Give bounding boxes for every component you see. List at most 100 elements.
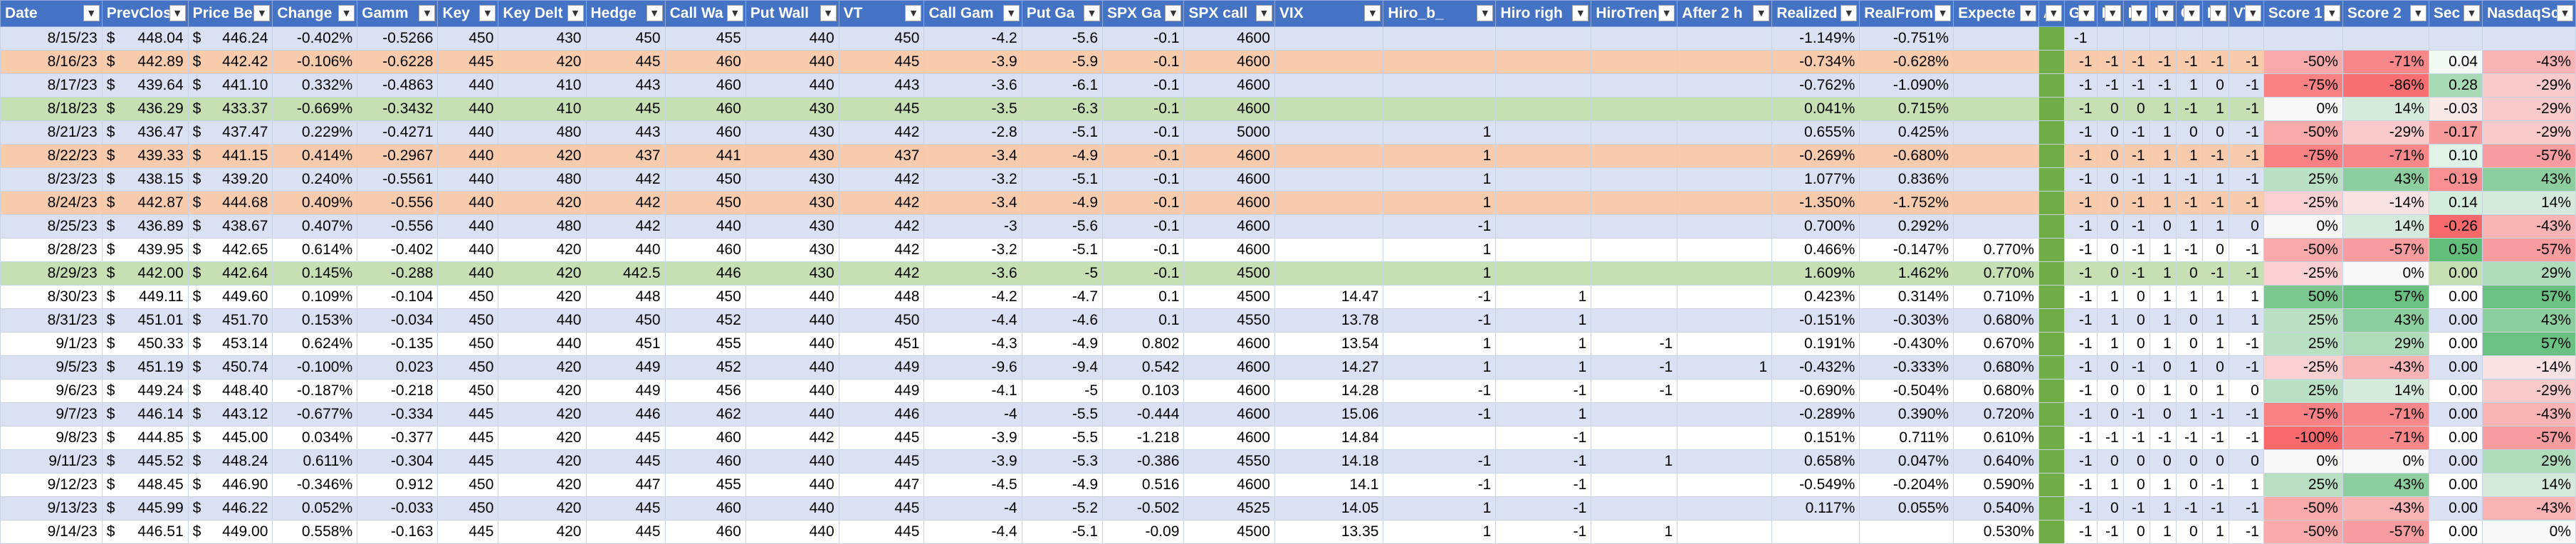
table-cell[interactable]: 1 [2149, 238, 2177, 262]
table-cell[interactable]: 450 [838, 308, 925, 333]
table-cell[interactable]: -1 [2228, 191, 2264, 215]
table-cell[interactable]: 445 [838, 449, 925, 474]
table-cell[interactable]: 1 [1383, 332, 1497, 356]
table-cell[interactable]: -4.9 [1021, 473, 1104, 497]
table-cell[interactable]: 445 [838, 97, 925, 121]
table-cell[interactable] [2038, 238, 2065, 262]
table-cell[interactable] [1274, 167, 1384, 192]
table-cell[interactable]: 43% [2342, 308, 2429, 333]
table-cell[interactable] [1859, 520, 1954, 544]
table-cell[interactable]: 1 [2149, 120, 2177, 145]
table-cell[interactable]: 1 [2149, 332, 2177, 356]
table-cell[interactable]: 25% [2263, 332, 2343, 356]
table-cell[interactable]: $439.33 [101, 144, 189, 168]
column-header[interactable]: Key Delt ▼ [498, 0, 587, 27]
table-cell[interactable]: -0.1 [1102, 238, 1185, 262]
table-cell[interactable]: -3 [923, 214, 1022, 239]
table-cell[interactable]: 29% [2481, 261, 2576, 286]
table-cell[interactable]: 442 [838, 238, 925, 262]
table-cell[interactable]: 9/6/23 [0, 379, 103, 403]
table-cell[interactable]: 8/30/23 [0, 285, 103, 309]
table-cell[interactable]: 4500 [1183, 285, 1275, 309]
table-cell[interactable] [2038, 473, 2065, 497]
table-cell[interactable] [1274, 261, 1384, 286]
table-cell[interactable]: 50% [2263, 285, 2343, 309]
table-cell[interactable] [1591, 308, 1678, 333]
table-cell[interactable]: 0.680% [1953, 308, 2039, 333]
table-cell[interactable]: 440 [745, 355, 839, 380]
filter-dropdown-icon[interactable]: ▼ [2244, 5, 2261, 21]
table-cell[interactable]: 0 [2096, 191, 2124, 215]
table-cell[interactable]: 4600 [1183, 426, 1275, 450]
table-cell[interactable]: 9/8/23 [0, 426, 103, 450]
table-cell[interactable]: -1 [1495, 473, 1592, 497]
table-cell[interactable]: $442.00 [101, 261, 189, 286]
table-cell[interactable]: 460 [664, 73, 746, 98]
column-header[interactable]: VT2▼ [2228, 0, 2264, 27]
table-cell[interactable] [1591, 167, 1678, 192]
table-cell[interactable]: $450.33 [101, 332, 189, 356]
column-header[interactable]: NasdaqSc ▼ [2481, 0, 2576, 27]
table-cell[interactable]: -1.149% [1771, 26, 1860, 51]
table-cell[interactable]: 1 [2228, 285, 2264, 309]
table-cell[interactable]: 0% [2342, 449, 2429, 474]
table-cell[interactable]: 410 [498, 73, 587, 98]
table-cell[interactable]: -3.6 [923, 73, 1022, 98]
table-cell[interactable]: 450 [664, 167, 746, 192]
table-cell[interactable]: 420 [498, 238, 587, 262]
column-header[interactable]: Expecte ▼ [1953, 0, 2039, 27]
table-cell[interactable]: -1 [2201, 496, 2229, 521]
table-cell[interactable] [1495, 50, 1592, 74]
table-cell[interactable]: 442 [585, 191, 666, 215]
table-cell[interactable]: -0.104 [357, 285, 439, 309]
table-cell[interactable]: 8/21/23 [0, 120, 103, 145]
table-cell[interactable]: -71% [2342, 402, 2429, 427]
column-header[interactable]: Score 1 ▼ [2263, 0, 2343, 27]
table-cell[interactable]: -5.6 [1021, 214, 1104, 239]
filter-dropdown-icon[interactable]: ▼ [479, 5, 496, 21]
table-cell[interactable] [1677, 120, 1773, 145]
table-cell[interactable]: 445 [585, 50, 666, 74]
table-cell[interactable]: 8/18/23 [0, 97, 103, 121]
table-cell[interactable]: -0.1 [1102, 167, 1185, 192]
table-cell[interactable] [1274, 50, 1384, 74]
table-cell[interactable]: 448 [585, 285, 666, 309]
table-cell[interactable]: 445 [838, 50, 925, 74]
table-cell[interactable] [1677, 449, 1773, 474]
table-cell[interactable] [1591, 426, 1678, 450]
table-cell[interactable]: -1 [2228, 144, 2264, 168]
table-cell[interactable]: -5.3 [1021, 449, 1104, 474]
table-cell[interactable]: 0.00 [2428, 285, 2483, 309]
table-cell[interactable]: 8/23/23 [0, 167, 103, 192]
table-cell[interactable]: -0.5561 [357, 167, 439, 192]
table-cell[interactable]: 9/7/23 [0, 402, 103, 427]
table-cell[interactable]: 25% [2263, 167, 2343, 192]
table-cell[interactable]: 410 [498, 97, 587, 121]
filter-dropdown-icon[interactable]: ▼ [2557, 5, 2573, 21]
table-cell[interactable]: 420 [498, 144, 587, 168]
table-cell[interactable]: -1 [2149, 50, 2177, 74]
table-cell[interactable]: 480 [498, 120, 587, 145]
table-cell[interactable]: -0.1 [1102, 191, 1185, 215]
table-cell[interactable]: 4600 [1183, 473, 1275, 497]
table-cell[interactable]: 440 [437, 144, 499, 168]
table-cell[interactable]: $451.19 [101, 355, 189, 380]
table-cell[interactable]: 0.103 [1102, 379, 1185, 403]
table-cell[interactable]: -3.9 [923, 449, 1022, 474]
table-cell[interactable]: 0.414% [272, 144, 358, 168]
table-cell[interactable]: 1 [1495, 332, 1592, 356]
column-header[interactable]: Date ▼ [0, 0, 103, 27]
table-cell[interactable]: -1 [2201, 191, 2229, 215]
table-cell[interactable]: 420 [498, 379, 587, 403]
table-cell[interactable]: 0 [2175, 261, 2203, 286]
column-header[interactable]: HiroTren ▼ [1591, 0, 1678, 27]
table-cell[interactable] [1953, 73, 2039, 98]
table-cell[interactable]: -1 [2122, 355, 2150, 380]
table-cell[interactable]: -1 [2096, 73, 2124, 98]
table-cell[interactable]: -1 [1495, 449, 1592, 474]
table-cell[interactable]: 0 [2096, 238, 2124, 262]
table-cell[interactable] [2149, 26, 2177, 51]
table-cell[interactable] [1953, 214, 2039, 239]
table-cell[interactable] [2038, 402, 2065, 427]
table-cell[interactable]: -0.1 [1102, 97, 1185, 121]
